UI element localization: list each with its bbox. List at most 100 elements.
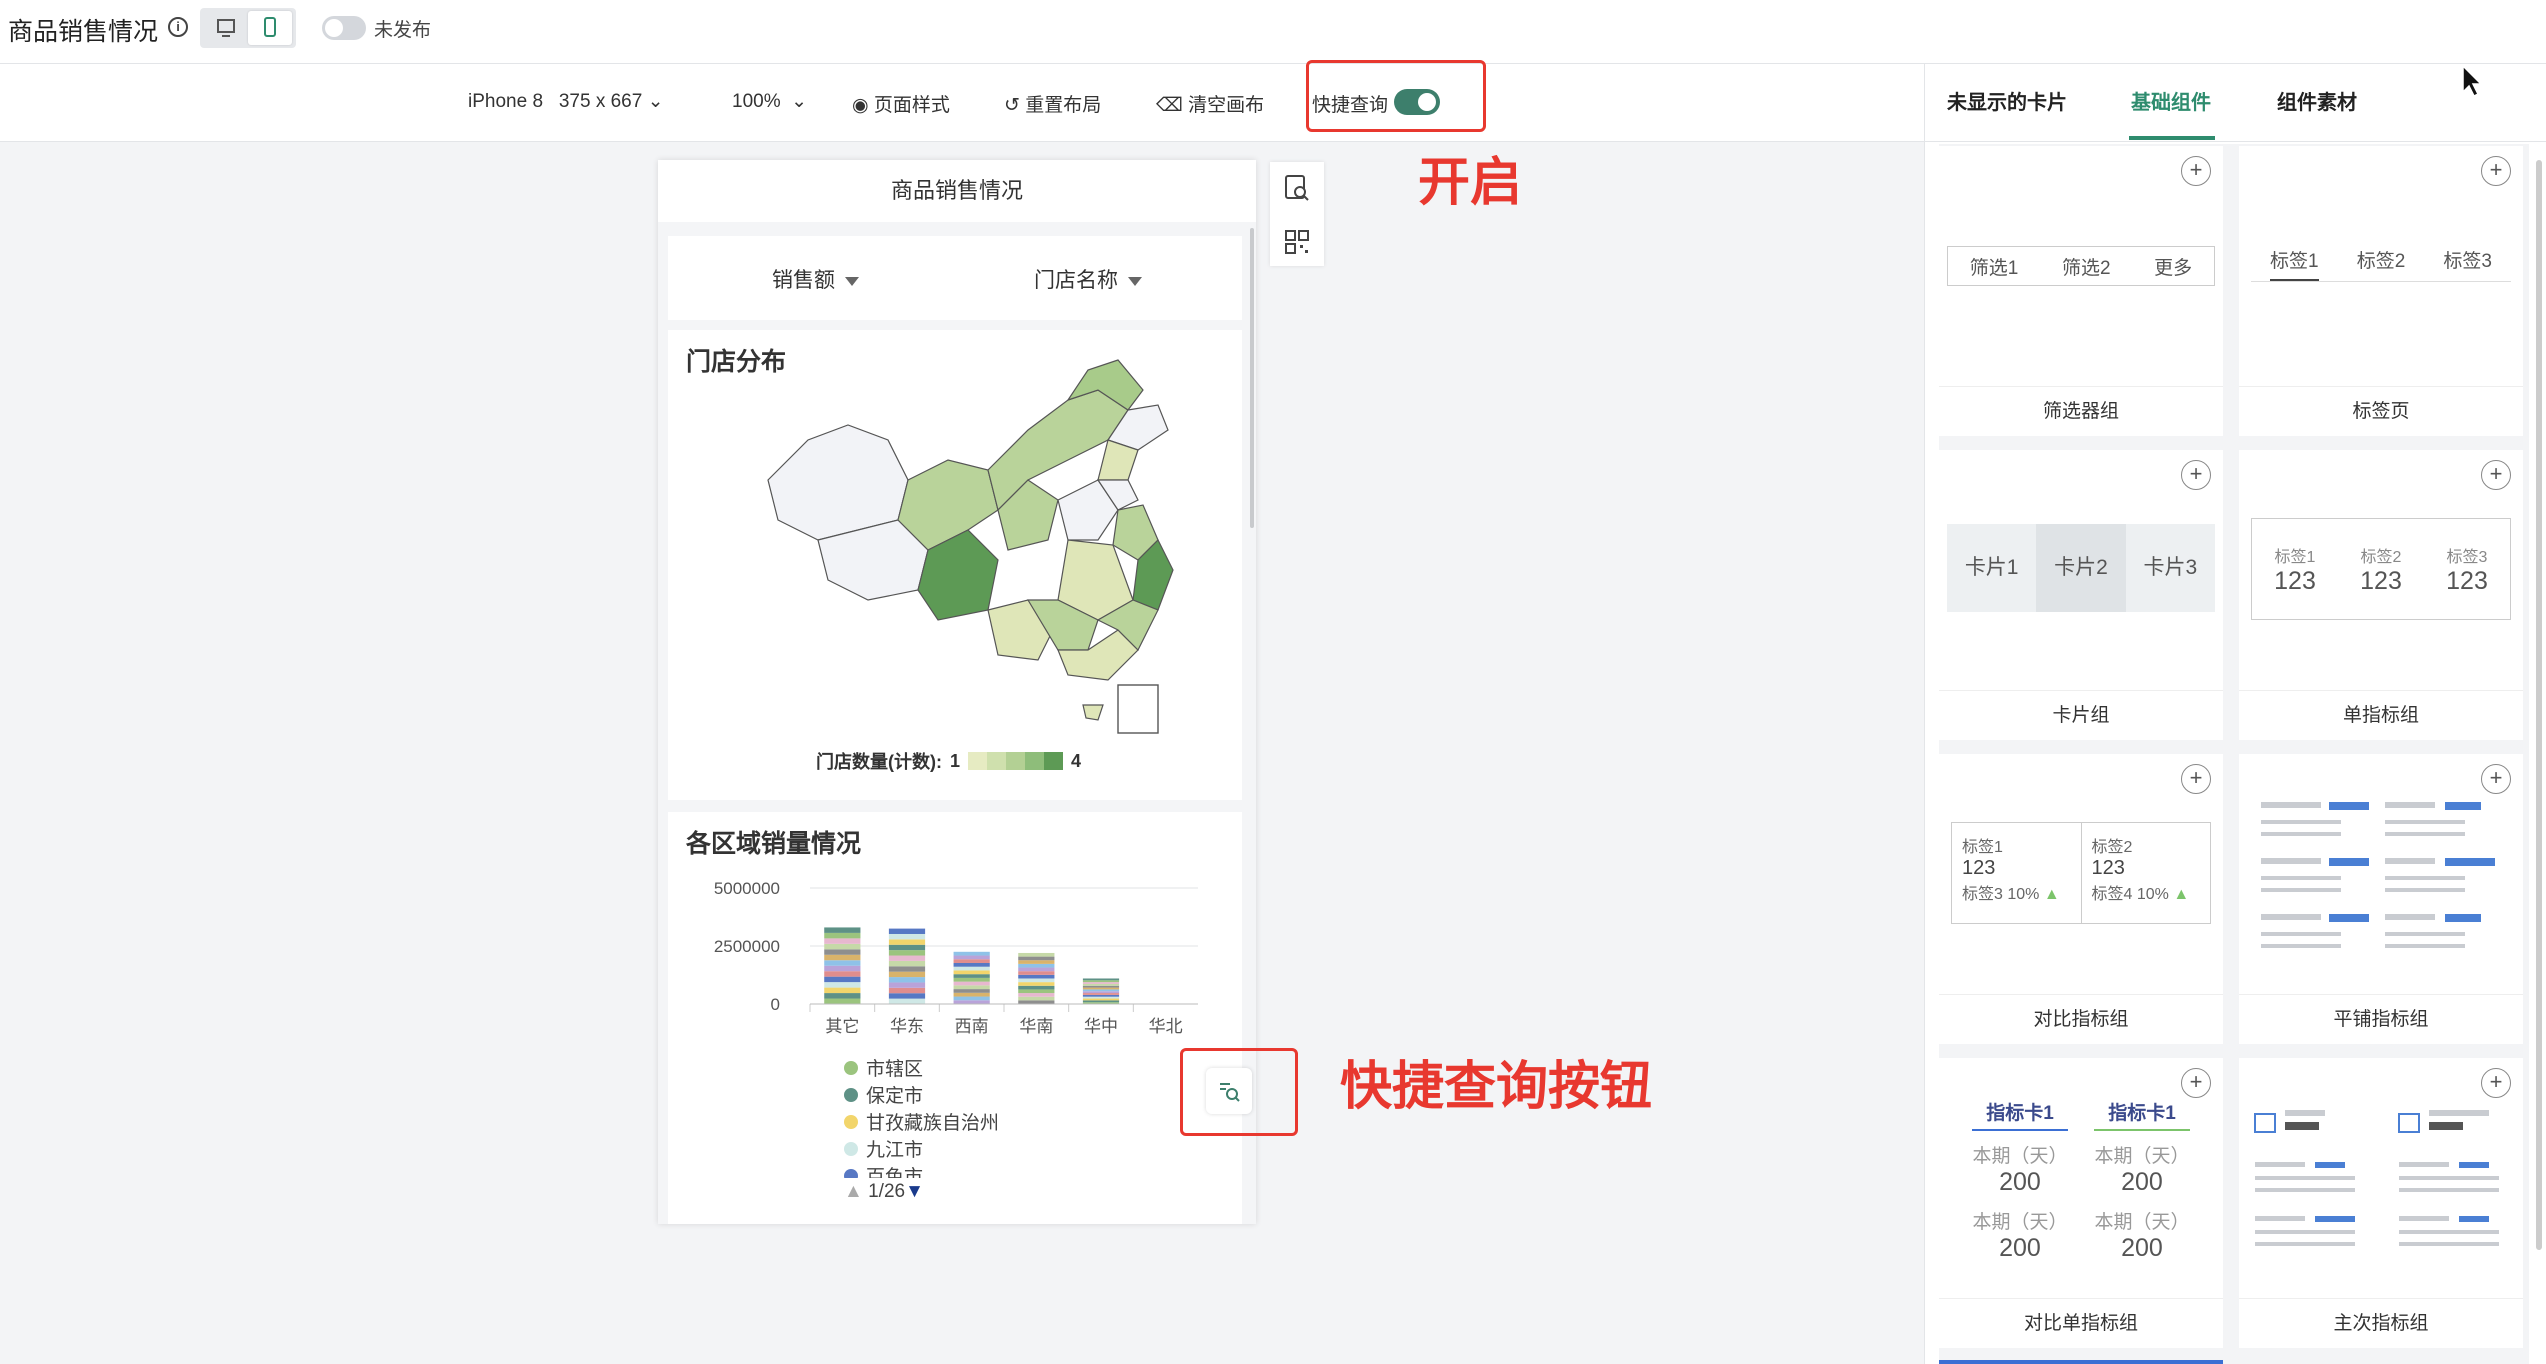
bar-segment [888,939,926,945]
bar-segment [824,998,861,1004]
preview-card-1: 卡片1 [1947,524,2037,612]
add-icon[interactable]: + [2481,156,2511,186]
legend-item[interactable]: 市辖区 [844,1056,999,1083]
mobile-view-button[interactable] [248,11,292,45]
single-metric-preview: 标签1 123 标签2 123 标签3 123 [2251,518,2511,620]
phone-scrollbar[interactable] [1250,228,1254,528]
bar-segment [1082,982,1120,984]
desktop-view-button[interactable] [204,11,248,45]
preview-sub-a: 标签3 10% [1962,886,2040,903]
bar-segment [888,955,926,961]
tab-basic-components[interactable]: 基础组件 [2131,86,2211,115]
x-tick-label: 华南 [1019,1017,1053,1036]
component-grid: + 筛选1 筛选2 更多 筛选器组 + 标签1 标签2 标签3 标签页 + 卡片1 卡片… [1939,144,2529,1364]
zoom-select[interactable]: 100% ⌄ [732,90,807,113]
info-icon[interactable]: i [168,17,188,37]
tab-component-assets[interactable]: 组件素材 [2277,86,2357,115]
component-label: 对比单指标组 [1939,1298,2223,1348]
page-search-icon[interactable] [1270,162,1324,214]
add-icon[interactable]: + [2481,1068,2511,1098]
component-label: 平铺指标组 [2239,994,2523,1044]
component-tab-page[interactable]: + 标签1 标签2 标签3 标签页 [2239,146,2523,436]
device-name: iPhone 8 [468,91,544,112]
pager-up-icon[interactable]: ▲ [844,1181,863,1202]
bar-西南 [953,951,990,1004]
preview-header-1: 指标卡1 [1972,1098,2068,1131]
legend-item[interactable]: 九江市 [844,1137,999,1164]
page-style-button[interactable]: ◉ 页面样式 [852,90,950,117]
component-primary-secondary-metric-group[interactable]: + 主次指标组 [2239,1058,2523,1348]
legend-item-label: 市辖区 [866,1059,924,1080]
preview-filter-1: 筛选1 [1969,257,2019,279]
primary-secondary-preview [2254,1110,2499,1246]
add-icon[interactable]: + [2181,460,2211,490]
map-legend: 门店数量(计数): 1 4 [816,748,1081,774]
filter-store[interactable]: 门店名称 [1034,264,1142,294]
eraser-icon: ⌫ [1156,95,1183,116]
component-label: 筛选器组 [1939,386,2223,436]
legend-item[interactable]: 甘孜藏族自治州 [844,1110,999,1137]
component-filter-group[interactable]: + 筛选1 筛选2 更多 筛选器组 [1939,146,2223,436]
add-icon[interactable]: + [2181,1068,2211,1098]
canvas-toolbar: iPhone 8 375 x 667 ⌄ 100% ⌄ ◉ 页面样式 ↺ 重置布… [0,64,1924,142]
bar-华南 [1018,952,1055,1004]
bar-segment [1018,996,1055,1001]
bar-segment [824,943,861,950]
preview-period: 本期（天） [2094,1212,2190,1233]
x-tick-label: 西南 [955,1017,989,1036]
legend-item[interactable]: 保定市 [844,1083,999,1110]
bar-segment [888,977,926,983]
compare-metric-preview: 标签1 123 标签3 10% ▲ 标签2 123 标签4 10% ▲ [1951,822,2211,924]
pager-down-icon[interactable]: ▼ [905,1181,924,1202]
bar-segment [953,985,990,990]
component-label: 单指标组 [2239,690,2523,740]
add-icon[interactable]: + [2181,156,2211,186]
publish-label: 未发布 [374,20,432,41]
component-compare-single-metric-group[interactable]: + 指标卡1 本期（天） 200 本期（天） 200 指标卡1 本期（天） 200 本… [1939,1058,2223,1348]
legend-item[interactable]: 百色市 [844,1164,999,1178]
device-select[interactable]: iPhone 8 375 x 667 ⌄ [468,90,664,113]
component-single-metric-group[interactable]: + 标签1 123 标签2 123 标签3 123 单指标组 [2239,450,2523,740]
publish-switch[interactable] [322,16,366,40]
component-card-group[interactable]: + 卡片1 卡片2 卡片3 卡片组 [1939,450,2223,740]
reset-layout-button[interactable]: ↺ 重置布局 [1004,90,1101,117]
preview-tab-2: 标签2 [2356,251,2406,272]
bar-segment [953,955,990,960]
preview-value: 200 [2121,1168,2163,1196]
preview-sub-b: 标签4 10% [2091,886,2169,903]
bar-segment [953,966,990,971]
bar-segment [953,1000,990,1004]
panel-scrollbar[interactable] [2536,160,2542,1250]
clear-canvas-button[interactable]: ⌫ 清空画布 [1156,90,1264,117]
component-tiled-metric-group[interactable]: + 平铺指标组 [2239,754,2523,1044]
component-panel: 未显示的卡片 基础组件 组件素材 + 筛选1 筛选2 更多 筛选器组 + 标签1 标签… [1924,64,2546,1364]
component-compare-metric-group[interactable]: + 标签1 123 标签3 10% ▲ 标签2 123 标签4 10% ▲ 对比指标组 [1939,754,2223,1044]
china-map[interactable] [668,330,1242,800]
map-legend-label: 门店数量(计数): [816,752,942,772]
bar-segment [1018,1000,1055,1004]
preview-period: 本期（天） [1972,1146,2068,1167]
y-tick-label: 2500000 [714,937,780,956]
bar-segment [953,962,990,967]
qrcode-icon[interactable] [1270,219,1324,271]
bar-segment [953,981,990,986]
bar-segment [1082,983,1120,986]
bar-segment [824,949,861,955]
add-icon[interactable]: + [2481,764,2511,794]
tab-hidden-cards[interactable]: 未显示的卡片 [1947,86,2067,115]
bar-segment [1018,963,1055,968]
phone-page-title: 商品销售情况 [658,160,1256,222]
bar-segment [888,987,926,994]
bar-segment [824,938,861,944]
add-icon[interactable]: + [2181,764,2211,794]
bar-segment [1082,978,1120,981]
palette-icon: ◉ [852,95,869,116]
add-icon[interactable]: + [2481,460,2511,490]
preview-period: 本期（天） [2094,1146,2190,1167]
preview-value: 200 [1999,1168,2041,1196]
region-sales-chart[interactable]: 5000000 2500000 0 其它 华东 西南 华南 华中 华北 [668,862,1242,1082]
filter-sales[interactable]: 销售额 [772,264,859,294]
bar-其它 [824,927,861,1004]
bar-segment [1082,1000,1120,1003]
bar-segment [1018,952,1055,957]
